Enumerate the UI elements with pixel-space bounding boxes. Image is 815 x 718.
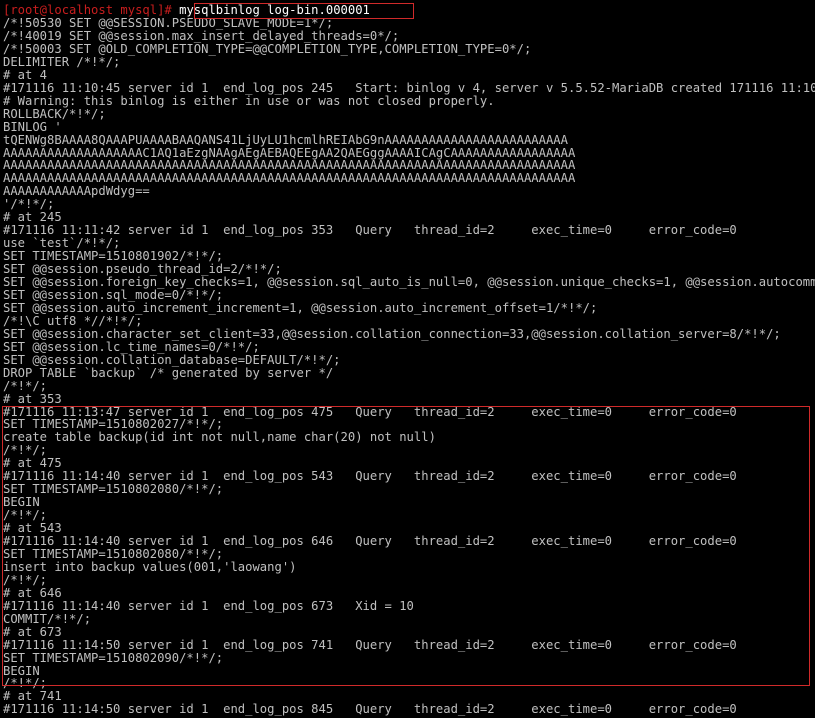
output-line: create table backup(id int not null,name…	[3, 430, 436, 445]
output-line: SET TIMESTAMP=1510802090/*!*/;	[3, 650, 224, 665]
output-line: DELIMITER /*!*/;	[3, 54, 121, 69]
output-line: #171116 11:10:45 server id 1 end_log_pos…	[3, 80, 815, 95]
output-line: COMMIT/*!*/;	[3, 611, 92, 626]
output-line: SET TIMESTAMP=1510802080/*!*/;	[3, 546, 224, 561]
output-line: SET @@session.auto_increment_increment=1…	[3, 300, 598, 315]
output-line: SET @@session.collation_database=DEFAULT…	[3, 352, 341, 367]
output-line: insert into backup values(001,'laowang')	[3, 559, 297, 574]
output-line: /*!*/;	[3, 572, 48, 587]
shell-prompt: [root@localhost mysql]#	[3, 3, 180, 17]
output-line: #171116 11:14:40 server id 1 end_log_pos…	[3, 598, 414, 613]
output-line: # at 673	[3, 624, 62, 639]
output-line: # Warning: this binlog is either in use …	[3, 93, 495, 108]
output-line: SET @@session.character_set_client=33,@@…	[3, 326, 781, 341]
output-line: #171116 11:14:50 server id 1 end_log_pos…	[3, 637, 737, 652]
output-line: BINLOG '	[3, 119, 62, 134]
output-line: # at 353	[3, 391, 62, 406]
output-line: # at 4	[3, 67, 48, 82]
output-line: /*!40019 SET @@session.max_insert_delaye…	[3, 28, 400, 43]
output-line: /*!\C utf8 *//*!*/;	[3, 313, 143, 328]
command-text: mysqlbinlog log-bin.000001	[179, 3, 370, 17]
output-line: SET @@session.sql_mode=0/*!*/;	[3, 287, 224, 302]
output-line: ROLLBACK/*!*/;	[3, 106, 106, 121]
terminal-window[interactable]: [root@localhost mysql]# mysqlbinlog log-…	[0, 0, 815, 718]
output-line: /*!*/;	[3, 378, 48, 393]
output-line: DROP TABLE `backup` /* generated by serv…	[3, 365, 334, 380]
output-line: # at 646	[3, 585, 62, 600]
output-line: #171116 11:14:50 server id 1 end_log_pos…	[3, 702, 737, 717]
output-line: /*!50003 SET @OLD_COMPLETION_TYPE=@@COMP…	[3, 41, 532, 56]
output-line: SET @@session.lc_time_names=0/*!*/;	[3, 339, 260, 354]
output-line: tQENWg8BAAAA8QAAAPUAAAABAAQANS41LjUyLU1h…	[3, 132, 568, 147]
